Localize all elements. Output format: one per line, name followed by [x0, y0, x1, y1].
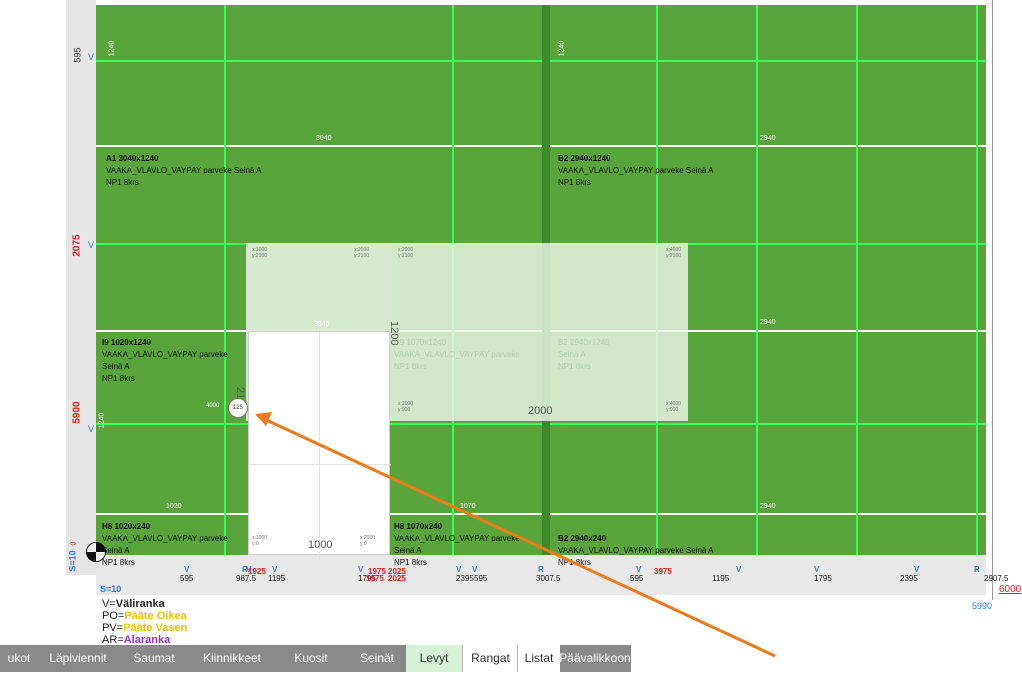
arrow-head [255, 412, 272, 426]
arrow-line [261, 416, 776, 658]
annotation-arrow [255, 412, 776, 658]
